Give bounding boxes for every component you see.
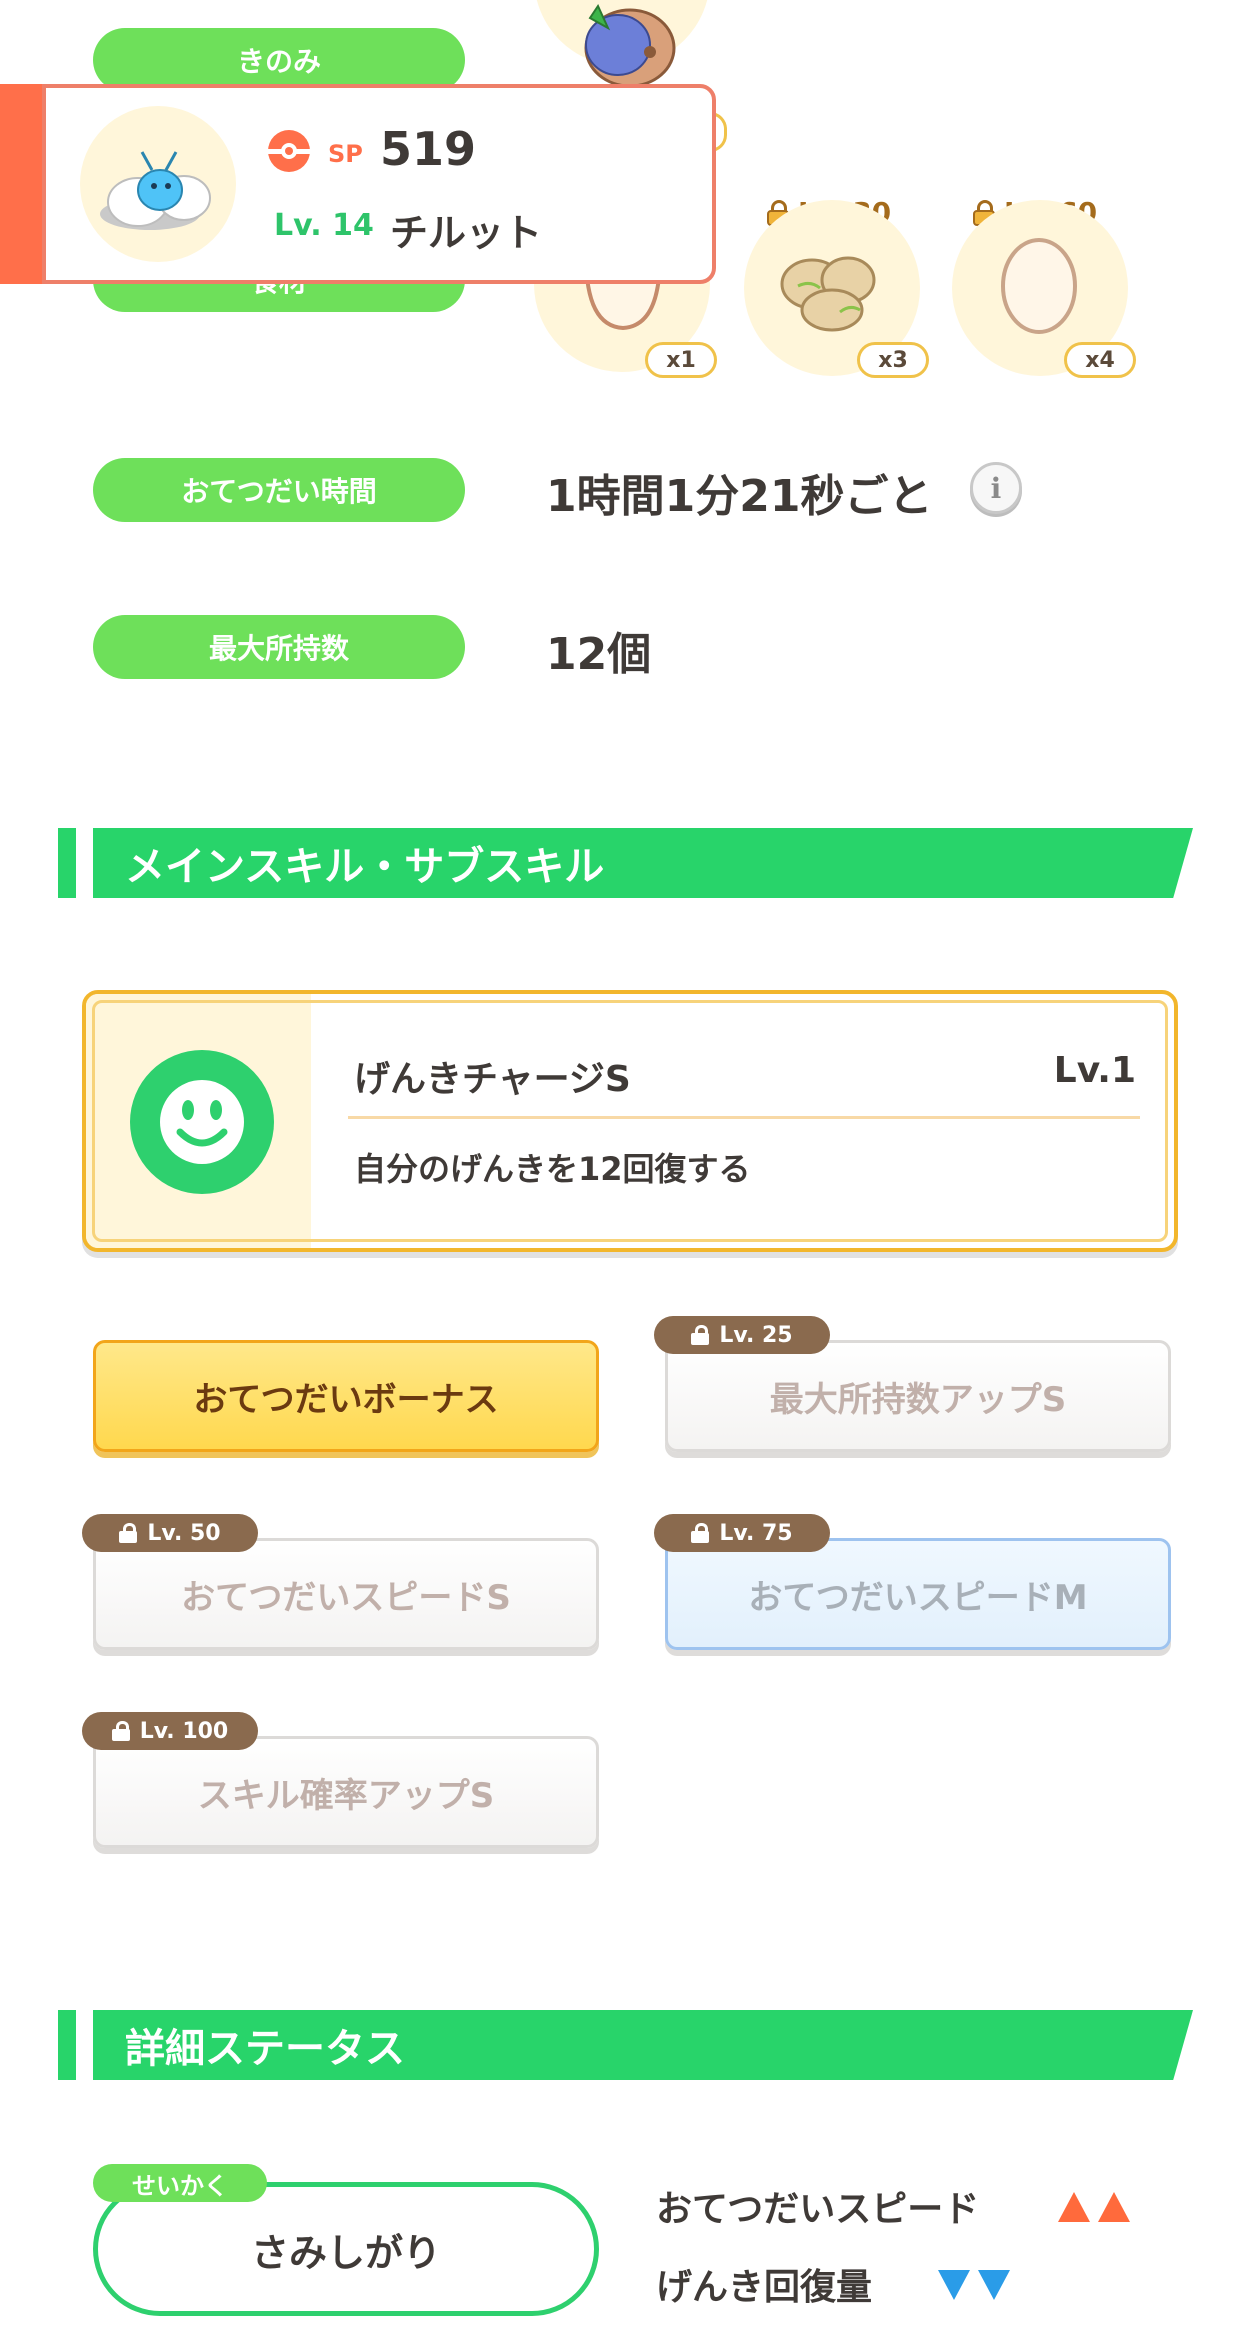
main-skill-description: 自分のげんきを12回復する bbox=[354, 1150, 751, 1188]
main-skill-card[interactable]: げんきチャージS Lv.1 自分のげんきを12回復する bbox=[82, 990, 1178, 1252]
sp-label: SP bbox=[328, 140, 363, 168]
section-accent bbox=[58, 828, 76, 898]
sub-skill-4-lock-tag: Lv. 75 bbox=[654, 1514, 830, 1552]
max-carry-value: 12個 bbox=[546, 629, 652, 680]
info-icon[interactable]: i bbox=[970, 462, 1022, 514]
sub-skill-5-lock-level: Lv. 100 bbox=[139, 1718, 229, 1744]
sub-skill-5-button[interactable]: スキル確率アップS bbox=[93, 1736, 599, 1848]
main-skill-name: げんきチャージS bbox=[354, 1059, 631, 1100]
sub-skill-1-button[interactable]: おてつだいボーナス bbox=[93, 1340, 599, 1452]
popup-accent-bar bbox=[0, 84, 48, 284]
pokemon-name: チルット bbox=[390, 211, 543, 255]
nature-effect-2-label: げんき回復量 bbox=[656, 2267, 873, 2308]
nature-tag: せいかく bbox=[93, 2164, 267, 2202]
lock-icon bbox=[111, 1721, 130, 1741]
lock-icon bbox=[691, 1325, 710, 1345]
ingredient-2-beans-icon bbox=[780, 256, 876, 332]
ingredient-3-qty: x4 bbox=[1064, 342, 1136, 378]
max-carry-label: 最大所持数 bbox=[93, 615, 465, 679]
ingredient-1-qty: x1 bbox=[645, 342, 717, 378]
sub-skill-1-name: おてつだいボーナス bbox=[193, 1379, 499, 1420]
lock-icon bbox=[119, 1523, 138, 1543]
sub-skill-3-lock-level: Lv. 50 bbox=[147, 1520, 221, 1546]
down-arrows-icon bbox=[938, 2270, 1010, 2300]
help-time-label: おてつだい時間 bbox=[93, 458, 465, 522]
skills-section-title: メインスキル・サブスキル bbox=[93, 828, 1193, 898]
up-arrows-icon bbox=[1058, 2192, 1130, 2222]
nature-button[interactable]: さみしがり bbox=[93, 2182, 599, 2316]
sub-skill-2-name: 最大所持数アップS bbox=[769, 1379, 1067, 1420]
profile-popup[interactable]: SP 519 Lv. 14 チルット bbox=[42, 84, 716, 284]
nature-effect-1-label: おてつだいスピード bbox=[656, 2189, 980, 2230]
sub-skill-3-lock-tag: Lv. 50 bbox=[82, 1514, 258, 1552]
pokeball-icon bbox=[268, 130, 310, 172]
nature-value: さみしがり bbox=[250, 2230, 441, 2275]
sub-skill-3-button[interactable]: おてつだいスピードS bbox=[93, 1538, 599, 1650]
pokemon-icon bbox=[100, 151, 211, 230]
sub-skill-5-lock-tag: Lv. 100 bbox=[82, 1712, 258, 1750]
ingredient-3-egg-icon bbox=[1001, 238, 1077, 334]
sub-skill-2-lock-level: Lv. 25 bbox=[719, 1322, 793, 1348]
pokemon-avatar bbox=[80, 106, 236, 262]
ingredient-2-qty: x3 bbox=[857, 342, 929, 378]
berry-label: きのみ bbox=[93, 28, 465, 92]
sub-skill-2-lock-tag: Lv. 25 bbox=[654, 1316, 830, 1354]
help-time-value: 1時間1分21秒ごと bbox=[546, 471, 933, 522]
status-section-title: 詳細ステータス bbox=[93, 2010, 1193, 2080]
main-skill-divider bbox=[348, 1116, 1140, 1119]
lock-icon bbox=[691, 1523, 710, 1543]
sub-skill-2-button[interactable]: 最大所持数アップS bbox=[665, 1340, 1171, 1452]
sub-skill-5-name: スキル確率アップS bbox=[197, 1775, 495, 1816]
sp-value: 519 bbox=[380, 122, 477, 176]
sub-skill-4-name: おてつだいスピードM bbox=[748, 1577, 1088, 1618]
smile-icon bbox=[130, 1050, 274, 1194]
section-accent bbox=[58, 2010, 76, 2080]
sub-skill-4-button[interactable]: おてつだいスピードM bbox=[665, 1538, 1171, 1650]
sub-skill-4-lock-level: Lv. 75 bbox=[719, 1520, 793, 1546]
pokemon-level: Lv. 14 bbox=[274, 208, 374, 243]
sub-skill-3-name: おてつだいスピードS bbox=[181, 1577, 511, 1618]
main-skill-level: Lv.1 bbox=[1053, 1050, 1136, 1091]
